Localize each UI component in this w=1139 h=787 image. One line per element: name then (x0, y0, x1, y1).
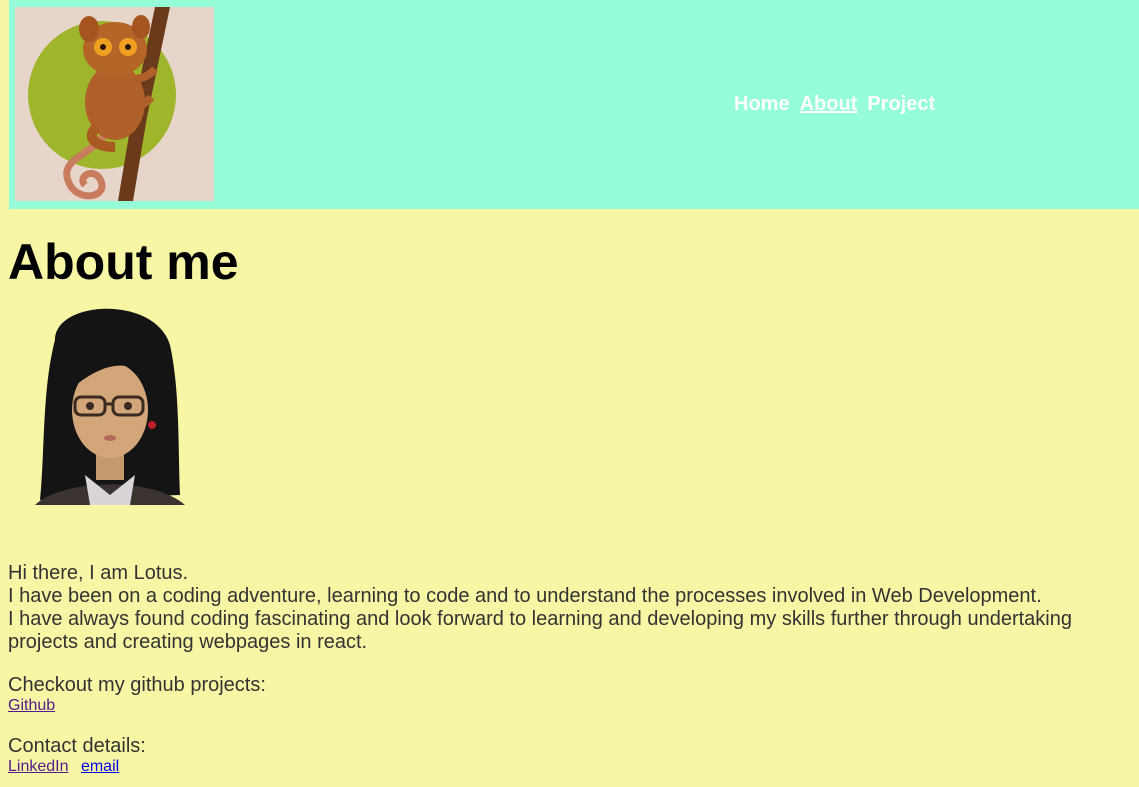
github-label: Checkout my github projects: (8, 674, 266, 696)
portrait-image (30, 300, 190, 515)
tarsier-illustration (15, 7, 214, 201)
nav-project-link[interactable]: Project (867, 92, 935, 116)
site-header: Home About Project (9, 0, 1139, 209)
nav-home-link[interactable]: Home (734, 92, 790, 116)
page-title: About me (8, 234, 239, 290)
nav-about-link[interactable]: About (800, 92, 858, 116)
main-nav: Home About Project (734, 92, 935, 116)
bio-text: Hi there, I am Lotus. I have been on a c… (8, 562, 1138, 654)
bio-line-1: Hi there, I am Lotus. (8, 562, 189, 584)
bio-line-3: I have always found coding fascinating a… (8, 608, 1072, 653)
contact-label: Contact details: (8, 735, 146, 757)
linkedin-link[interactable]: LinkedIn (8, 758, 69, 775)
email-link[interactable]: email (81, 758, 119, 775)
github-links: Github (8, 696, 63, 715)
portrait-illustration (35, 308, 185, 505)
contact-links: LinkedIn email (8, 757, 127, 776)
tarsier-logo (15, 7, 214, 201)
bio-line-2: I have been on a coding adventure, learn… (8, 585, 1042, 607)
github-link[interactable]: Github (8, 697, 55, 714)
